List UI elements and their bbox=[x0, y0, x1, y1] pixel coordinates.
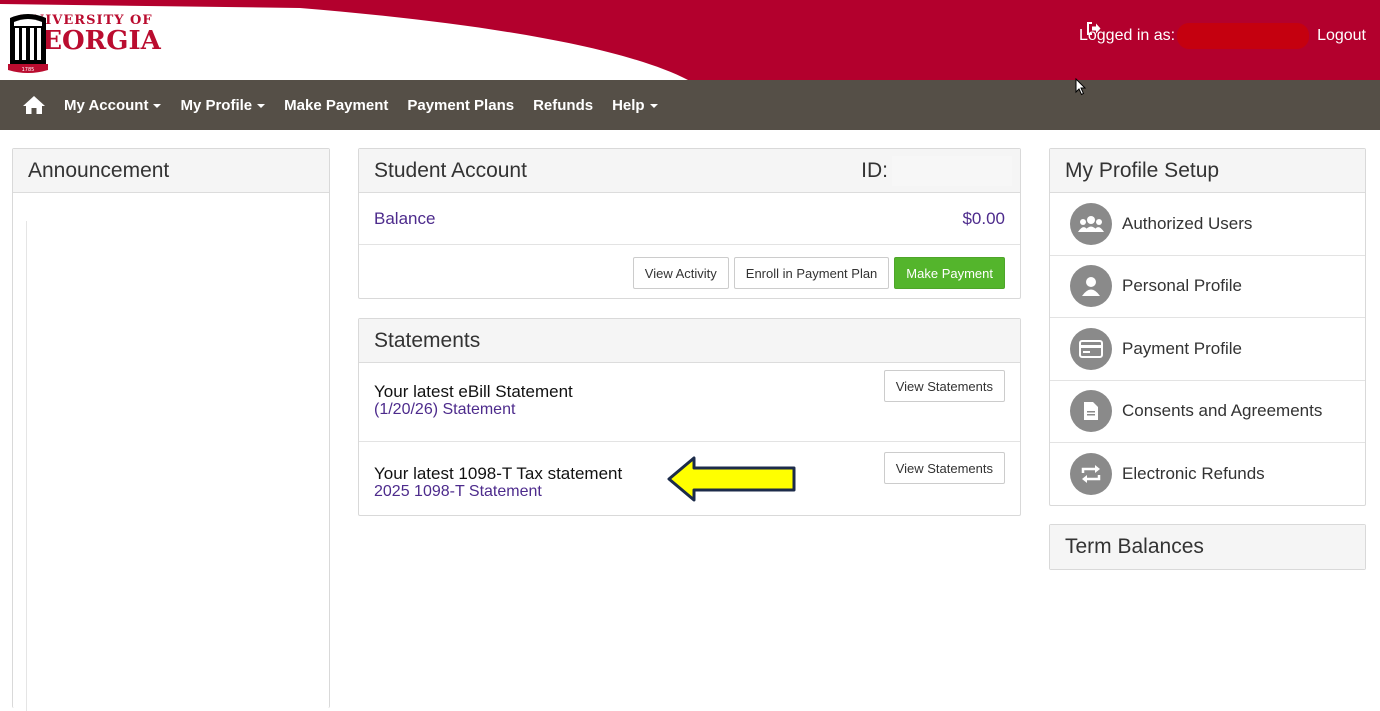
student-id: ID: bbox=[861, 155, 1012, 186]
logout-label: Logout bbox=[1317, 27, 1366, 44]
view-ebill-statements-button[interactable]: View Statements bbox=[883, 370, 1005, 402]
nav-my-profile-label: My Profile bbox=[180, 96, 253, 114]
ebill-statement-link[interactable]: (1/20/26) Statement bbox=[374, 401, 1005, 419]
view-tax-statements-button[interactable]: View Statements bbox=[883, 452, 1005, 484]
statements-title: Statements bbox=[359, 319, 1020, 363]
make-payment-button[interactable]: Make Payment bbox=[894, 257, 1005, 289]
nav-payment-plans-label: Payment Plans bbox=[407, 96, 515, 114]
divider bbox=[26, 221, 27, 711]
credit-card-icon bbox=[1070, 327, 1112, 370]
university-logo[interactable]: 1785 UNIVERSITY OF GEORGIA bbox=[8, 12, 161, 73]
nav-refunds[interactable]: Refunds bbox=[533, 97, 593, 114]
mouse-cursor-icon bbox=[1075, 78, 1087, 96]
home-icon bbox=[23, 96, 45, 114]
nav-help-label: Help bbox=[612, 96, 645, 114]
enroll-payment-plan-button[interactable]: Enroll in Payment Plan bbox=[733, 257, 890, 289]
balance-label[interactable]: Balance bbox=[374, 209, 435, 229]
term-balances-panel[interactable]: Term Balances bbox=[1049, 524, 1366, 570]
electronic-refunds-item[interactable]: Electronic Refunds bbox=[1050, 443, 1365, 506]
nav-make-payment[interactable]: Make Payment bbox=[284, 97, 388, 114]
annotation-arrow-icon bbox=[667, 456, 796, 502]
student-account-title: Student Account bbox=[374, 158, 527, 182]
arch-logo-icon: 1785 bbox=[8, 14, 48, 73]
view-activity-button[interactable]: View Activity bbox=[632, 257, 729, 289]
consents-agreements-item[interactable]: Consents and Agreements bbox=[1050, 381, 1365, 443]
person-icon bbox=[1070, 265, 1112, 308]
electronic-refunds-label: Electronic Refunds bbox=[1122, 464, 1265, 484]
balance-value: $0.00 bbox=[962, 208, 1005, 228]
personal-profile-item[interactable]: Personal Profile bbox=[1050, 256, 1365, 318]
term-balances-title: Term Balances bbox=[1050, 525, 1365, 569]
document-icon bbox=[1070, 390, 1112, 433]
redacted-username bbox=[1177, 23, 1310, 49]
refresh-arrows-icon bbox=[1070, 453, 1112, 496]
announcement-title: Announcement bbox=[13, 149, 329, 193]
nav-my-account-label: My Account bbox=[64, 96, 149, 114]
main-nav: My Account My Profile Make Payment Payme… bbox=[0, 80, 1380, 130]
logout-link[interactable]: Logout bbox=[1086, 22, 1366, 45]
nav-payment-plans[interactable]: Payment Plans bbox=[407, 97, 514, 114]
header-banner: 1785 UNIVERSITY OF GEORGIA Logged in as:… bbox=[0, 0, 1380, 80]
authorized-users-item[interactable]: Authorized Users bbox=[1050, 193, 1365, 256]
logout-icon bbox=[1086, 22, 1101, 35]
caret-down-icon bbox=[257, 104, 266, 108]
payment-profile-item[interactable]: Payment Profile bbox=[1050, 318, 1365, 381]
users-icon bbox=[1070, 202, 1112, 245]
announcement-panel: Announcement bbox=[12, 148, 330, 711]
nav-home[interactable] bbox=[22, 94, 46, 116]
redacted-student-id bbox=[892, 155, 1012, 186]
user-area: Logged in as: Logout bbox=[1079, 22, 1380, 50]
caret-down-icon bbox=[153, 104, 162, 108]
payment-profile-label: Payment Profile bbox=[1122, 338, 1242, 358]
profile-setup-panel: My Profile Setup Authorized Users Person… bbox=[1049, 148, 1366, 506]
profile-setup-title: My Profile Setup bbox=[1050, 149, 1365, 193]
nav-my-profile[interactable]: My Profile bbox=[180, 96, 266, 114]
nav-my-account[interactable]: My Account bbox=[64, 96, 162, 114]
consents-agreements-label: Consents and Agreements bbox=[1122, 401, 1323, 421]
nav-help[interactable]: Help bbox=[612, 97, 658, 114]
logo-year: 1785 bbox=[22, 67, 35, 73]
nav-refunds-label: Refunds bbox=[533, 96, 594, 114]
student-account-panel: Student Account ID: Balance $0.00 View A… bbox=[358, 148, 1021, 299]
student-id-label: ID: bbox=[861, 158, 888, 182]
personal-profile-label: Personal Profile bbox=[1122, 276, 1243, 296]
nav-make-payment-label: Make Payment bbox=[284, 96, 389, 114]
ebill-statement-row: Your latest eBill Statement (1/20/26) St… bbox=[359, 360, 1020, 441]
caret-down-icon bbox=[649, 104, 658, 108]
authorized-users-label: Authorized Users bbox=[1122, 213, 1253, 233]
